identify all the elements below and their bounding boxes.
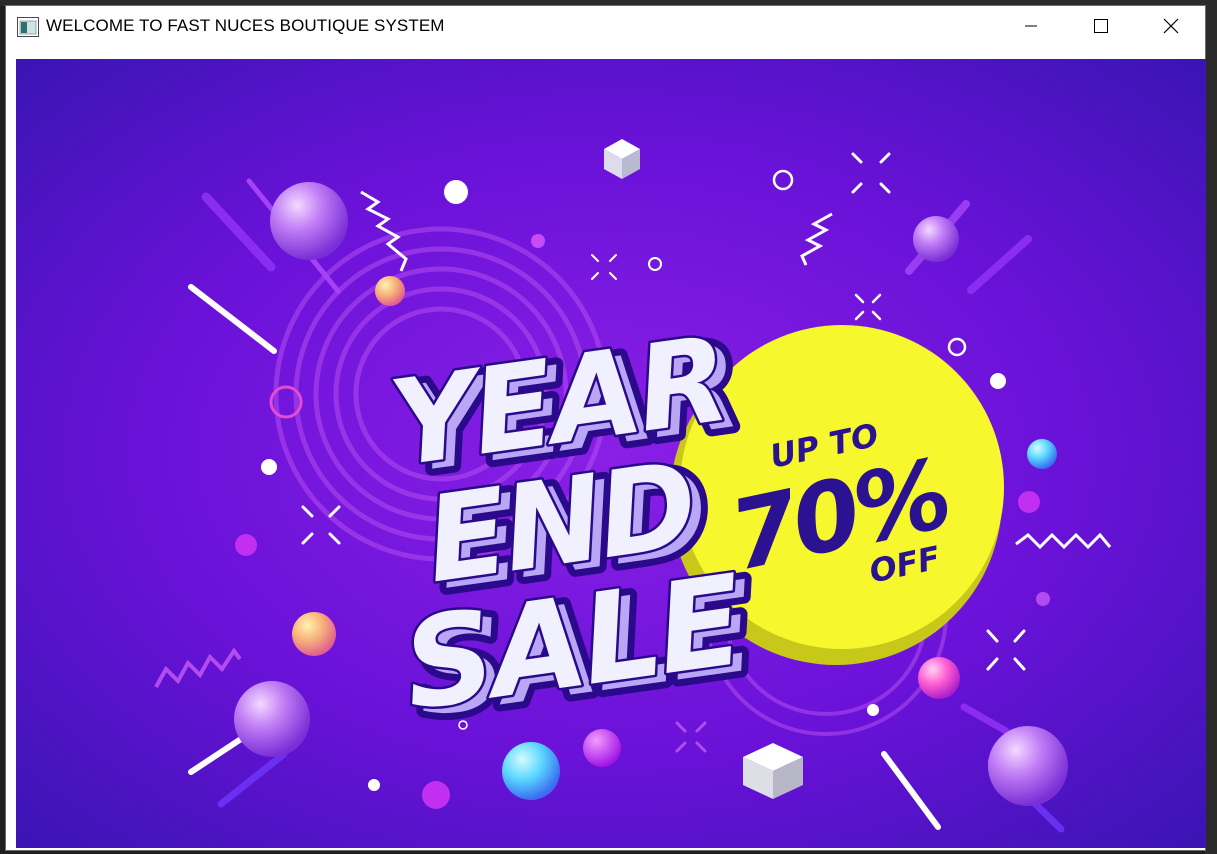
app-window-icon xyxy=(17,17,39,37)
title-bar[interactable]: WELCOME TO FAST NUCES BOUTIQUE SYSTEM xyxy=(6,6,1205,58)
sale-banner-image: UP TO 70% OFF YEAR YEAR END END SALE SAL… xyxy=(16,59,1206,848)
maximize-button[interactable] xyxy=(1066,6,1136,50)
maximize-icon xyxy=(1094,18,1108,38)
app-window: WELCOME TO FAST NUCES BOUTIQUE SYSTEM UP… xyxy=(5,5,1206,851)
close-icon xyxy=(1163,18,1179,39)
minimize-button[interactable] xyxy=(996,6,1066,50)
minimize-icon xyxy=(1024,19,1038,38)
sale-banner-art: UP TO 70% OFF YEAR YEAR END END SALE SAL… xyxy=(16,59,1206,848)
close-button[interactable] xyxy=(1136,6,1206,50)
window-title: WELCOME TO FAST NUCES BOUTIQUE SYSTEM xyxy=(46,16,445,35)
